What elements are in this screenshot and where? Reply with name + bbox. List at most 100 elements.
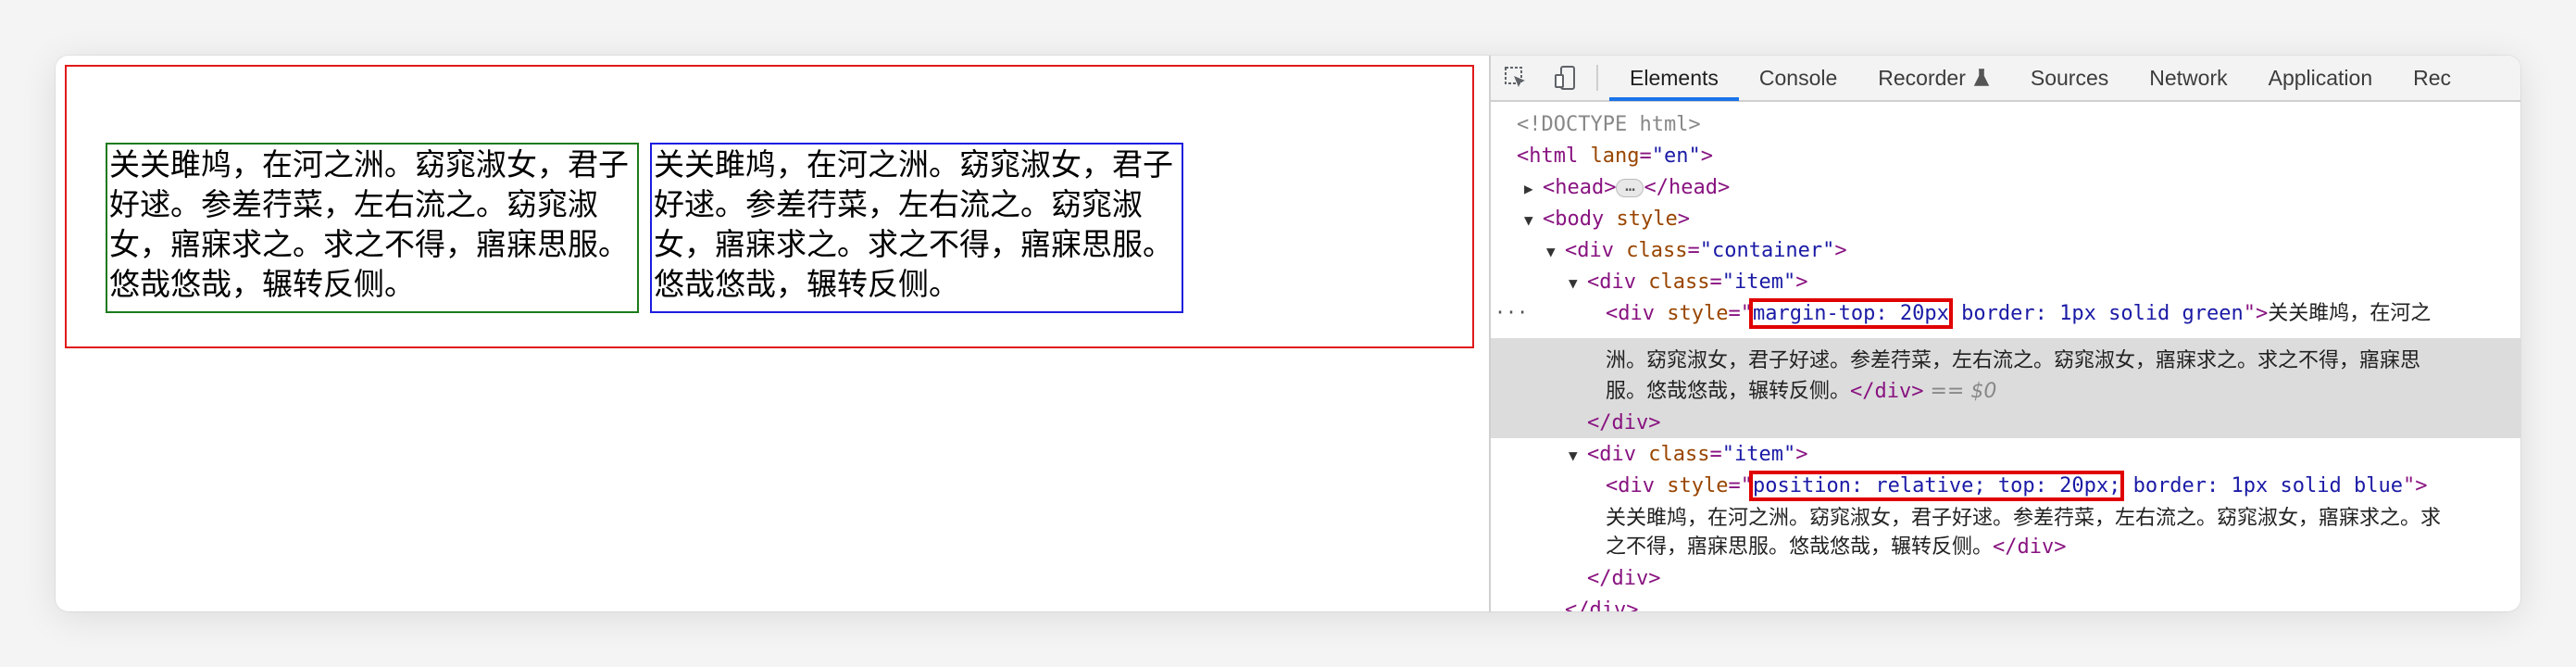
expand-triangle-icon[interactable]: ▶ [1524,173,1543,205]
tag-div: <div [1606,302,1655,325]
poem-line: 关关雎鸠，在河之洲。窈窕淑女，君子 [654,146,1173,182]
dom-node-item[interactable]: ▼ <div class="item"> [1569,439,1807,471]
tag-end: > [2415,474,2428,497]
dom-node-blue-div[interactable]: <div style="position: relative; top: 20p… [1606,471,2427,502]
item-green-box: 关关雎鸠，在河之洲。窈窕淑女，君子 好逑。参差荇菜，左右流之。窈窕淑 女，寤寐求… [106,143,639,313]
node-text-wrap: 关关雎鸠，在河之洲。窈窕淑女，君子好逑。参差荇菜，左右流之。窈窕淑女，寤寐求之。… [1606,507,2442,530]
node-text-wrap: 洲。窈窕淑女，君子好逑。参差荇菜，左右流之。窈窕淑女，寤寐求之。求之不得，寤寐思 [1606,349,2421,372]
tab-label: Elements [1630,65,1719,90]
dom-node-item-close: </div> [1587,408,1660,439]
tag-div-close: </div> [1993,535,2067,559]
tag-end: > [1700,145,1713,168]
poem-line: 女，寤寐求之。求之不得，寤寐思服。 [654,226,1173,262]
dom-node-body[interactable]: ▼ <body style> [1524,204,1690,235]
attr-value: "item" [1721,443,1796,466]
node-text: 之不得，寤寐思服。悠哉悠哉，辗转反侧。 [1606,535,1994,559]
tag-div: <div [1606,474,1655,497]
devtools-toolbar: Elements Console Recorder Sources Networ… [1491,56,2520,102]
poem-line: 悠哉悠哉，辗转反侧。 [654,266,959,302]
page-preview: 关关雎鸠，在河之洲。窈窕淑女，君子 好逑。参差荇菜，左右流之。窈窕淑 女，寤寐求… [56,56,1489,611]
device-icon [1555,66,1575,90]
flask-icon [1973,69,1990,86]
tag-end: > [1795,443,1808,466]
doctype-text: <!DOCTYPE html> [1517,113,1701,136]
tab-label: Application [2268,65,2373,90]
collapse-triangle-icon[interactable]: ▼ [1524,205,1543,236]
tag-div: <div [1565,239,1614,262]
attr-name: style [1616,208,1678,231]
tag-div-close: </div> [1587,567,1661,590]
node-text-tail: 之不得，寤寐思服。悠哉悠哉，辗转反侧。</div> [1606,532,2067,563]
dom-node-green-div[interactable]: <div style="margin-top: 20px border: 1px… [1606,298,2431,330]
collapsed-ellipsis-icon[interactable]: … [1616,178,1644,197]
poem-line: 好逑。参差荇菜，左右流之。窈窕淑 [109,186,598,222]
attr-name: style [1667,302,1729,325]
poem-line: 好逑。参差荇菜，左右流之。窈窕淑 [654,186,1143,222]
dom-node-container[interactable]: ▼ <div class="container"> [1546,235,1847,267]
attr-name: style [1667,474,1729,497]
collapse-triangle-icon[interactable]: ▼ [1569,440,1587,472]
attr-eq: =" [1728,302,1753,325]
tab-recorder-overflow[interactable]: Rec [2393,56,2471,101]
toolbar-separator [1596,65,1598,91]
node-text-tail: 服。悠哉悠哉，辗转反侧。</div> == $0 [1606,376,1996,408]
tab-application[interactable]: Application [2248,56,2394,101]
attr-value: border: 1px solid green [1948,302,2244,325]
container-box: 关关雎鸠，在河之洲。窈窕淑女，君子 好逑。参差荇菜，左右流之。窈窕淑 女，寤寐求… [65,65,1474,348]
tag-body: <body [1543,208,1605,231]
attr-value: "en" [1651,145,1701,168]
attr-quote: " [2402,474,2416,497]
tag-div-close: </div> [1850,380,1924,403]
tab-sources[interactable]: Sources [2010,56,2129,101]
dom-node-doctype[interactable]: <!DOCTYPE html> [1517,109,1701,141]
attr-eq: =" [1728,474,1753,497]
tab-elements[interactable]: Elements [1609,56,1739,101]
dom-node-item[interactable]: ▼ <div class="item"> [1569,267,1807,298]
attr-value: "item" [1721,271,1796,294]
tab-label: Console [1758,65,1838,90]
poem-line: 女，寤寐求之。求之不得，寤寐思服。 [109,226,629,262]
item-blue-box: 关关雎鸠，在河之洲。窈窕淑女，君子 好逑。参差荇菜，左右流之。窈窕淑 女，寤寐求… [650,143,1183,313]
tab-label: Sources [2030,65,2109,90]
tab-label: Rec [2413,65,2452,90]
tab-label: Network [2149,65,2228,90]
tag-head: <head> [1543,176,1617,199]
poem-line: 关关雎鸠，在河之洲。窈窕淑女，君子 [109,146,629,182]
tag-end: > [1834,239,1847,262]
tag-end: > [1795,271,1808,294]
collapse-triangle-icon[interactable]: ▼ [1546,236,1565,268]
attr-name: class [1648,271,1710,294]
tab-recorder[interactable]: Recorder [1857,56,2010,101]
highlighted-position-style: position: relative; top: 20px; [1748,471,2125,501]
node-actions-icon[interactable]: ··· [1494,296,1528,328]
tag-div: <div [1587,443,1636,466]
dom-node-item-close: </div> [1587,563,1660,595]
attr-value: border: 1px solid blue [2120,474,2403,497]
attr-quote: " [2243,302,2257,325]
devtools-panel: Elements Console Recorder Sources Networ… [1489,56,2520,611]
tag-end: > [1677,208,1690,231]
dom-node-html[interactable]: <html lang="en"> [1517,141,1713,172]
tag-html: <html [1517,145,1579,168]
tab-network[interactable]: Network [2129,56,2247,101]
dom-node-head[interactable]: ▶ <head>… </head> [1524,172,1730,204]
tab-console[interactable]: Console [1739,56,1857,101]
tag-head-close: </head> [1644,176,1731,199]
inspect-element-button[interactable] [1491,56,1541,101]
inspect-icon [1505,67,1525,87]
tag-div-close: </div> [1565,598,1639,611]
tag-div-close: </div> [1587,411,1661,434]
highlighted-margin-style: margin-top: 20px [1748,298,1953,329]
attr-name: lang [1590,145,1640,168]
node-text: 服。悠哉悠哉，辗转反侧。 [1606,380,1851,403]
selected-marker: == $0 [1930,380,1997,403]
collapse-triangle-icon[interactable]: ▼ [1569,268,1587,299]
tab-label: Recorder [1878,65,1966,90]
node-text: 关关雎鸠，在河之 [2268,302,2432,325]
attr-name: class [1626,239,1688,262]
device-toolbar-button[interactable] [1541,56,1591,101]
attr-value: "container" [1699,239,1835,262]
tag-div: <div [1587,271,1636,294]
tag-end: > [2256,302,2269,325]
dom-node-container-close: </div> [1565,595,1638,611]
